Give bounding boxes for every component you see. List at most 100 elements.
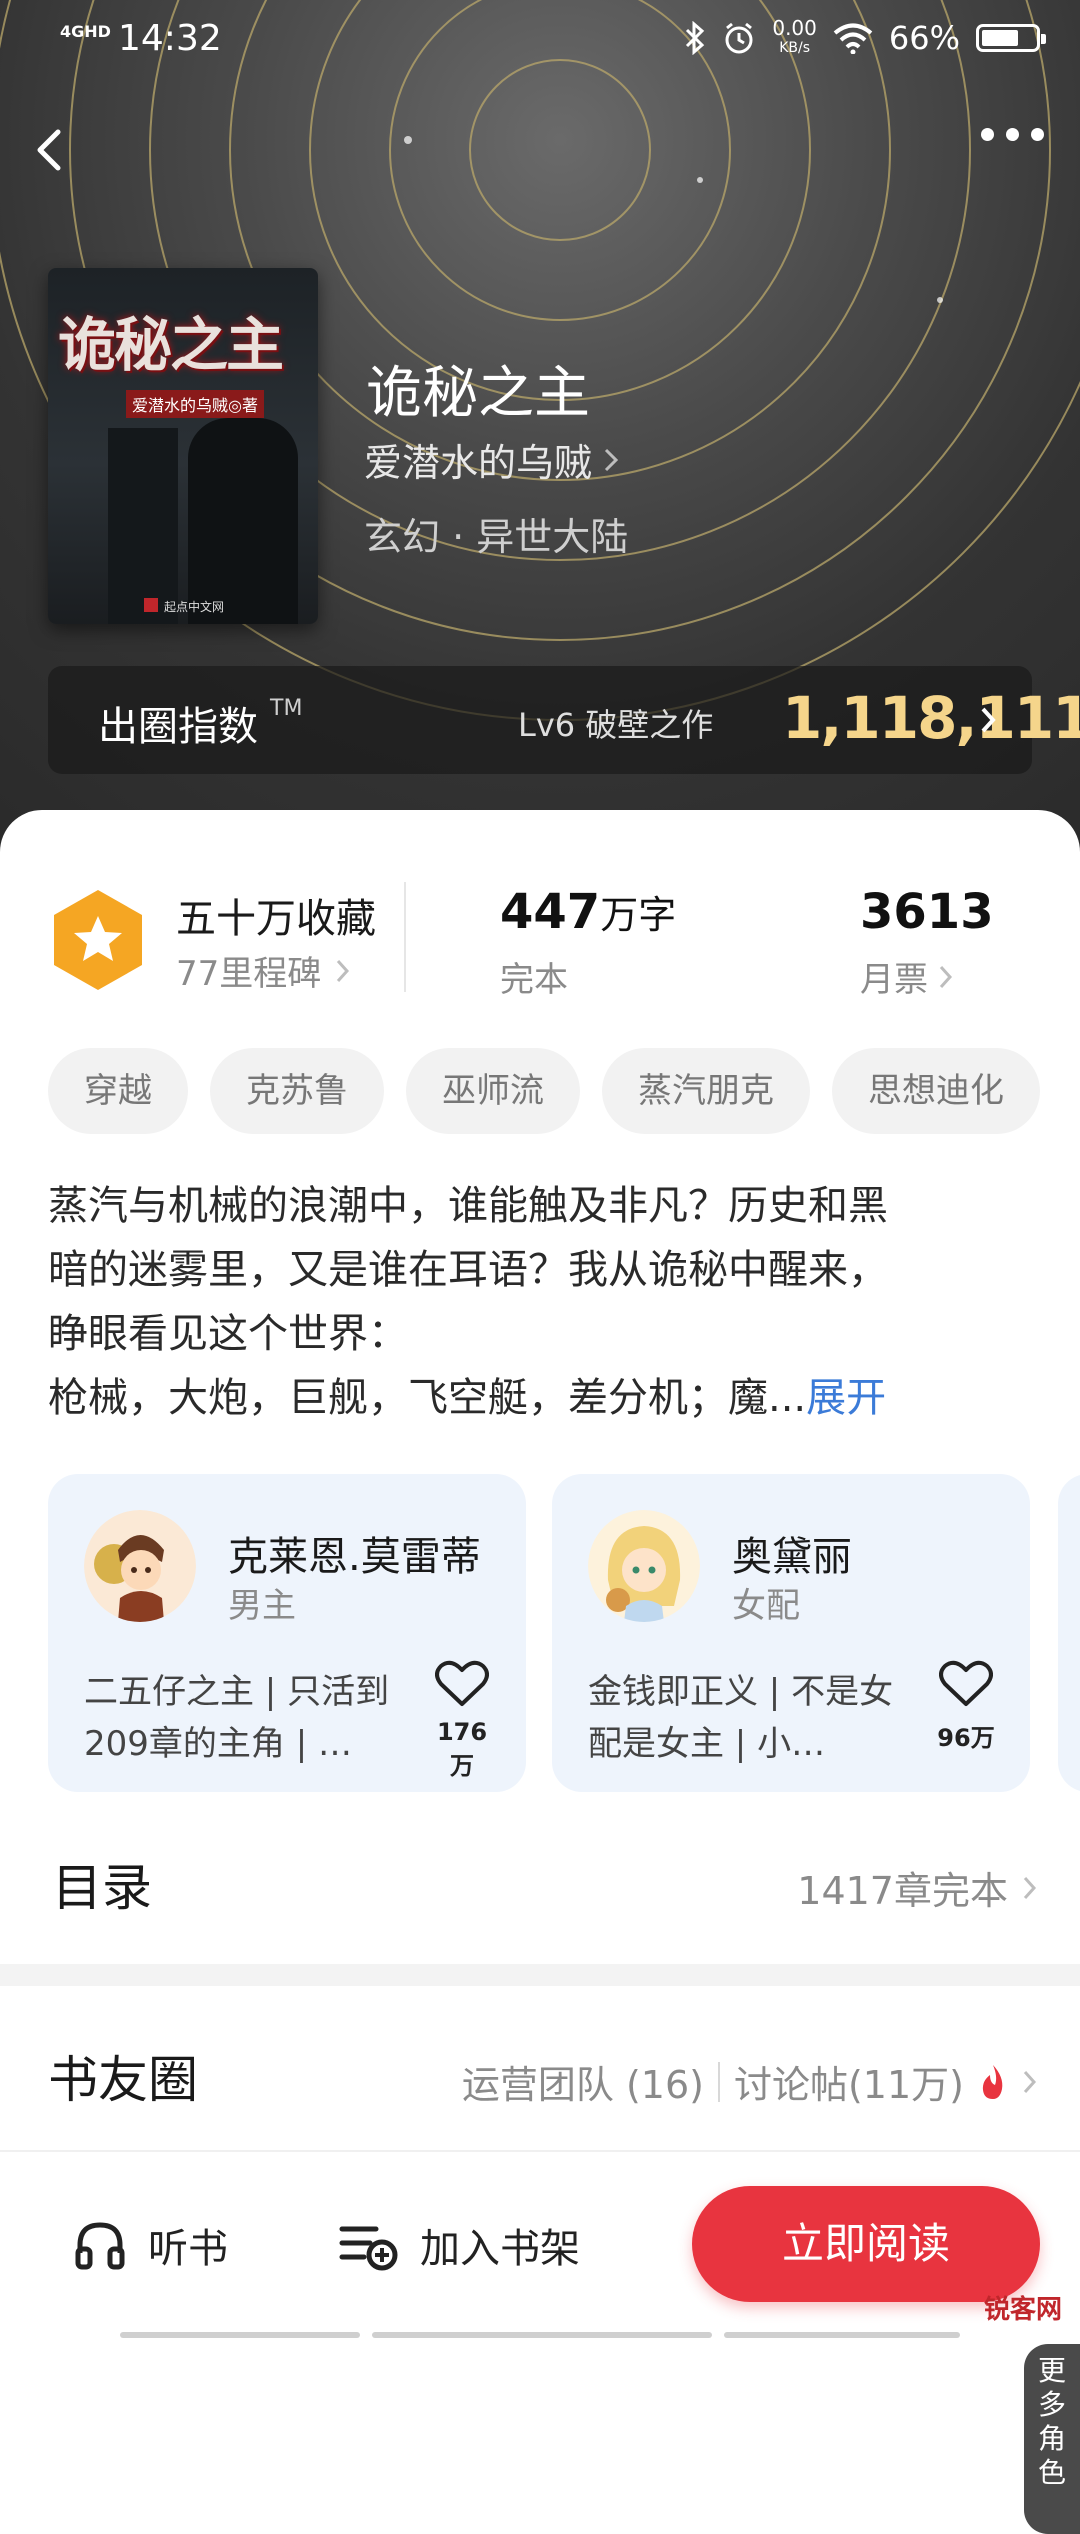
net-speed-unit: KB/s [779,40,810,56]
section-separator [0,1964,1080,1986]
headphones-icon [75,2222,125,2270]
battery-percent: 66% [888,19,960,57]
book-genre: 玄幻 · 异世大陆 [364,515,629,559]
bluetooth-icon [686,21,705,55]
milestone-link[interactable]: 77里程碑 [176,946,351,995]
more-roles-tab[interactable]: 更多角色 [1024,2344,1080,2534]
character-role: 女配 [732,1586,800,1626]
battery-icon [976,24,1046,52]
character-name: 奥黛丽 [732,1534,852,1580]
author-name: 爱潜水的乌贼 [364,441,593,485]
character-avatar [588,1510,700,1622]
synopsis-last-line: 枪械，大炮，巨舰，飞空艇，差分机；魔... [48,1375,807,1421]
heart-icon [435,1660,489,1706]
synopsis-line: 睁眼看见这个世界： [48,1311,408,1357]
breakout-index-bar[interactable]: 出圈指数 TM Lv6 破壁之作 1,118,111 [48,666,1080,774]
cover-author: 爱潜水的乌贼◎著 [126,390,264,418]
publisher-logo [144,598,158,612]
community-row[interactable]: 书友圈 运营团队 (16) 讨论帖(11万) [48,2032,1038,2112]
book-cover: 诡秘之主 爱潜水的乌贼◎著 起点中文网 [48,268,318,624]
book-header: 4GHD 14:32 0.00 KB/s 66% 诡秘之主 爱潜水的乌贼◎著 起… [0,0,1080,860]
heart-icon [939,1660,993,1706]
cover-publisher: 起点中文网 [164,600,225,614]
add-shelf-icon [339,2226,398,2271]
expand-link[interactable]: 展开 [806,1375,886,1421]
synopsis[interactable]: 蒸汽与机械的浪潮中，谁能触及非凡？历史和黑 暗的迷雾里，又是谁在耳语？我从诡秘中… [48,1174,1038,1430]
tag-chip[interactable]: 巫师流 [406,1048,580,1134]
trademark-mark: TM [270,696,303,721]
table-of-contents-row[interactable]: 目录 1417章完本 [48,1840,1038,1920]
character-card[interactable]: 克莱恩.莫雷蒂 男主 二五仔之主 | 只活到209章的主角 | … 176万 [48,1474,526,1792]
flame-icon [982,2064,1003,2099]
monthly-votes-label: 月票 [860,960,928,1000]
cover-figure [188,418,298,624]
breakout-index-level: Lv6 破壁之作 [518,706,714,744]
net-speed: 0.00 KB/s [772,18,817,58]
alarm-icon [725,22,753,54]
collection-title: 五十万收藏 [176,896,376,942]
character-cards: 克莱恩.莫雷蒂 男主 二五仔之主 | 只活到209章的主角 | … 176万 奥… [48,1474,1080,1794]
home-indicator [120,2332,960,2338]
chevron-right-icon [939,965,953,988]
like-button[interactable]: 96万 [936,1660,996,1753]
divider [0,2150,1080,2152]
word-count-value: 447 [500,884,601,940]
divider [404,882,406,992]
stats-row: 五十万收藏 77里程碑 447万字 完本 3613 月票 [48,872,1038,1000]
character-card-peek [1058,1474,1080,1792]
character-role: 男主 [228,1586,296,1626]
tag-chip[interactable]: 克苏鲁 [210,1048,384,1134]
tag-chip[interactable]: 穿越 [48,1048,188,1134]
operations-team[interactable]: 运营团队 (16) [462,2054,704,2109]
chevron-right-icon [1023,1876,1037,1899]
wifi-icon [833,23,873,54]
listen-label: 听书 [148,2226,228,2272]
read-now-button[interactable]: 立即阅读 [692,2186,1040,2302]
tag-chip[interactable]: 蒸汽朋克 [602,1048,810,1134]
discussion-posts[interactable]: 讨论帖(11万) [734,2054,964,2109]
like-count: 176万 [436,1718,488,1780]
synopsis-line: 暗的迷雾里，又是谁在耳语？我从诡秘中醒来， [48,1247,888,1293]
character-card[interactable]: 奥黛丽 女配 金钱即正义 | 不是女配是女主 | 小… 96万 [552,1474,1030,1792]
toc-summary-wrap: 1417章完本 [797,1860,1038,1915]
toc-summary: 1417章完本 [797,1869,1008,1913]
tag-list: 穿越 克苏鲁 巫师流 蒸汽朋克 思想迪化 [48,1048,1040,1134]
status-bar: 4GHD 14:32 0.00 KB/s 66% [0,0,1080,84]
back-icon[interactable] [28,118,76,182]
monthly-votes-value: 3613 [860,884,994,940]
bottom-action-bar: 听书 加入书架 立即阅读 锐客网 [0,2150,1080,2340]
chevron-right-icon [604,448,619,471]
chevron-right-icon [337,959,350,982]
like-count: 96万 [937,1724,995,1752]
author-link[interactable]: 爱潜水的乌贼 [364,432,620,487]
word-count-unit: 万字 [600,893,677,937]
status-time: 14:32 [118,18,222,59]
divider [717,2061,720,2102]
word-count: 447万字 [500,884,676,940]
community-meta: 运营团队 (16) 讨论帖(11万) [462,2054,1038,2109]
cover-tower [108,428,178,624]
cover-title: 诡秘之主 [58,311,284,379]
character-desc: 二五仔之主 | 只活到209章的主角 | … [84,1672,390,1764]
listen-button[interactable]: 听书 [74,2216,228,2274]
character-desc: 金钱即正义 | 不是女配是女主 | 小… [588,1672,894,1764]
content-sheet: 五十万收藏 77里程碑 447万字 完本 3613 月票 穿越 克苏鲁 巫师流 … [0,810,1080,2534]
chevron-right-icon [1023,2070,1037,2093]
chevron-right-icon [981,707,996,733]
milestone-badge-icon [54,890,142,990]
watermark: 锐客网 [983,2295,1062,2325]
like-button[interactable]: 176万 [432,1660,492,1781]
community-title: 书友圈 [48,2051,198,2109]
add-to-shelf-button[interactable]: 加入书架 [336,2216,580,2274]
character-name: 克莱恩.莫雷蒂 [228,1534,481,1580]
net-speed-value: 0.00 [772,16,817,40]
monthly-votes-link[interactable]: 月票 [860,952,954,1001]
tag-chip[interactable]: 思想迪化 [832,1048,1040,1134]
breakout-index-label: 出圈指数 [98,704,258,750]
book-status: 完本 [500,960,568,1000]
add-to-shelf-label: 加入书架 [420,2226,580,2272]
breakout-index-value: 1,118,111 [782,684,1080,752]
more-options-icon[interactable] [981,128,1044,141]
synopsis-line: 枪械，大炮，巨舰，飞空艇，差分机；魔...展开 [48,1366,1038,1430]
character-avatar [84,1510,196,1622]
